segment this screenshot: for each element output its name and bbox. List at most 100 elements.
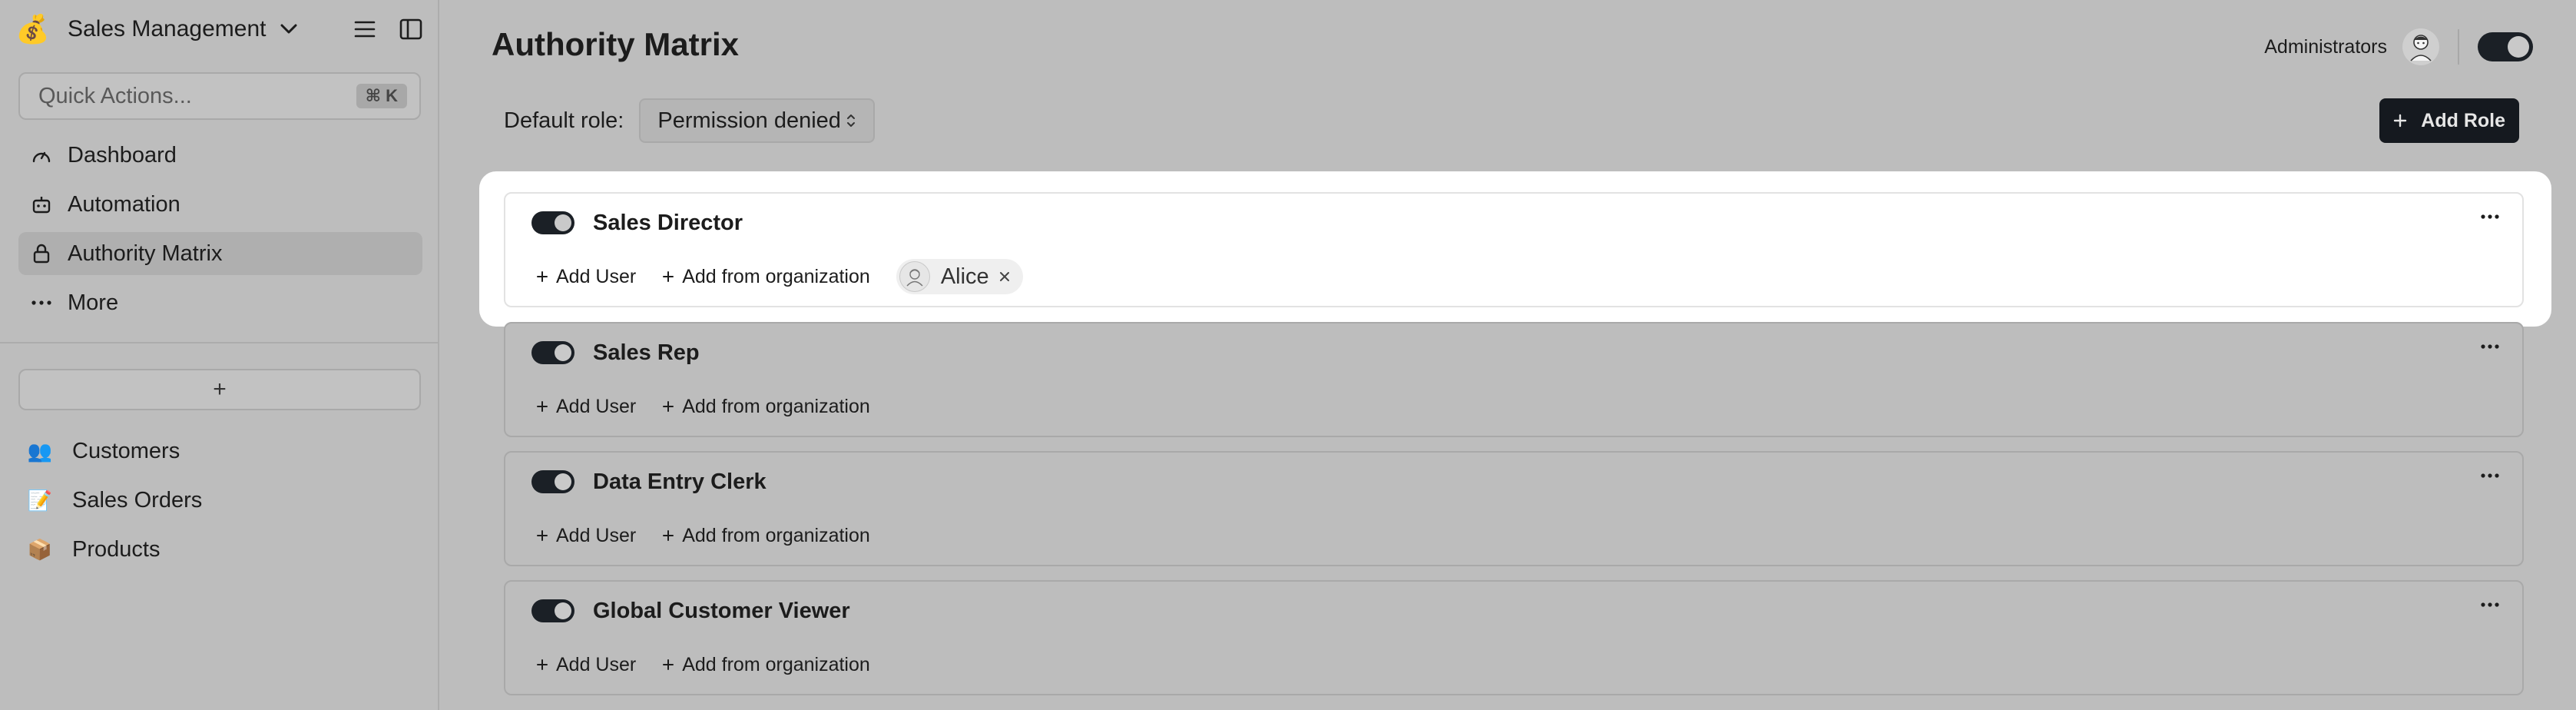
default-role-label: Default role: (504, 108, 624, 133)
add-table-button[interactable]: + (18, 369, 421, 410)
plus-icon (662, 270, 674, 283)
robot-icon (31, 195, 52, 214)
role-name: Sales Rep (593, 340, 700, 365)
role-actions: Add User Add from organization (536, 391, 896, 422)
add-from-organization-button[interactable]: Add from organization (662, 266, 870, 288)
table-label: Sales Orders (72, 487, 203, 513)
sidebar-item-sales-orders[interactable]: 📝 Sales Orders (25, 476, 424, 525)
add-from-organization-button[interactable]: Add from organization (662, 396, 870, 418)
sidebar-item-products[interactable]: 📦 Products (25, 525, 424, 574)
role-card-sales-rep: Sales Rep Add User Add from organization (504, 322, 2524, 437)
add-from-organization-button[interactable]: Add from organization (662, 525, 870, 547)
workspace-name[interactable]: Sales Management (68, 16, 267, 42)
add-role-label: Add Role (2421, 109, 2505, 131)
quick-actions-label: Quick Actions... (38, 83, 192, 108)
table-list: 👥 Customers 📝 Sales Orders 📦 Products (25, 426, 424, 574)
close-icon[interactable] (998, 270, 1011, 283)
role-header: Data Entry Clerk (531, 466, 767, 497)
sidebar-item-more[interactable]: More (18, 281, 422, 324)
more-options-icon[interactable] (2481, 214, 2499, 220)
role-name: Global Customer Viewer (593, 598, 850, 623)
list-icon[interactable] (353, 19, 376, 39)
main-content: Authority Matrix Administrators Default … (439, 0, 2576, 710)
role-enabled-toggle[interactable] (531, 211, 574, 234)
sidebar-toggle-icon[interactable] (399, 18, 422, 40)
default-role-value: Permission denied (657, 108, 841, 133)
header-divider (2458, 29, 2459, 65)
role-enabled-toggle[interactable] (531, 599, 574, 622)
avatar[interactable] (2402, 28, 2439, 65)
table-label: Customers (72, 438, 180, 463)
plus-icon (662, 529, 674, 542)
chevron-updown-icon (846, 112, 856, 129)
user-chip[interactable]: Alice (896, 259, 1023, 294)
role-enabled-toggle[interactable] (531, 341, 574, 364)
role-header: Global Customer Viewer (531, 596, 850, 626)
add-user-button[interactable]: Add User (536, 654, 636, 676)
plus-icon (2393, 114, 2407, 128)
role-name: Data Entry Clerk (593, 469, 767, 494)
add-from-organization-label: Add from organization (682, 265, 870, 287)
add-from-organization-button[interactable]: Add from organization (662, 654, 870, 676)
user-group-label[interactable]: Administrators (2264, 36, 2387, 58)
workspace-header: 💰 Sales Management (15, 11, 422, 48)
plus-icon (536, 529, 548, 542)
role-header: Sales Director (531, 207, 743, 238)
role-card-global-customer-viewer: Global Customer Viewer Add User Add from… (504, 580, 2524, 695)
table-label: Products (72, 536, 161, 562)
add-user-label: Add User (556, 653, 637, 675)
chevron-down-icon[interactable] (280, 21, 297, 38)
admin-mode-toggle[interactable] (2478, 32, 2533, 61)
sidebar-item-authority-matrix[interactable]: Authority Matrix (18, 232, 422, 275)
role-name: Sales Director (593, 210, 743, 235)
user-chip-name: Alice (940, 264, 989, 289)
add-user-button[interactable]: Add User (536, 266, 636, 288)
role-actions: Add User Add from organization (536, 649, 896, 680)
role-actions: Add User Add from organization (536, 520, 896, 551)
sidebar-item-label: Authority Matrix (68, 241, 223, 266)
lock-icon (31, 244, 52, 264)
plus-icon (536, 400, 548, 413)
header-actions: Administrators (2264, 26, 2533, 68)
ellipsis-icon (31, 300, 52, 306)
add-user-label: Add User (556, 524, 637, 546)
sidebar-item-label: More (68, 290, 119, 315)
shortcut-badge: ⌘ K (356, 84, 407, 108)
role-header: Sales Rep (531, 337, 700, 368)
sidebar-nav: Dashboard Automation Authority Matrix Mo… (18, 134, 422, 330)
add-user-button[interactable]: Add User (536, 525, 636, 547)
sidebar-divider (0, 342, 438, 343)
default-role-select[interactable]: Permission denied (639, 98, 875, 143)
sidebar-item-automation[interactable]: Automation (18, 183, 422, 226)
plus-icon (662, 659, 674, 671)
quick-actions-search[interactable]: Quick Actions... ⌘ K (18, 72, 421, 120)
add-role-button[interactable]: Add Role (2379, 98, 2519, 143)
add-from-organization-label: Add from organization (682, 653, 870, 675)
more-options-icon[interactable] (2481, 602, 2499, 608)
role-enabled-toggle[interactable] (531, 470, 574, 493)
avatar (899, 261, 930, 292)
sidebar: 💰 Sales Management Quick Actions... ⌘ K … (0, 0, 439, 710)
package-icon: 📦 (27, 537, 53, 561)
money-bag-icon: 💰 (15, 13, 50, 45)
memo-icon: 📝 (27, 488, 53, 512)
role-card-data-entry-clerk: Data Entry Clerk Add User Add from organ… (504, 451, 2524, 566)
add-from-organization-label: Add from organization (682, 395, 870, 417)
sidebar-item-dashboard[interactable]: Dashboard (18, 134, 422, 177)
plus-icon (662, 400, 674, 413)
page-title: Authority Matrix (492, 26, 740, 62)
role-actions: Add User Add from organization Alice (536, 259, 1023, 294)
dashboard-gauge-icon (31, 147, 52, 164)
more-options-icon[interactable] (2481, 343, 2499, 350)
people-icon: 👥 (27, 439, 53, 463)
default-role-row: Default role: Permission denied (504, 98, 875, 143)
plus-icon (536, 659, 548, 671)
add-user-label: Add User (556, 265, 637, 287)
more-options-icon[interactable] (2481, 473, 2499, 479)
sidebar-item-customers[interactable]: 👥 Customers (25, 426, 424, 476)
add-from-organization-label: Add from organization (682, 524, 870, 546)
sidebar-item-label: Dashboard (68, 142, 177, 168)
plus-icon (536, 270, 548, 283)
add-user-button[interactable]: Add User (536, 396, 636, 418)
role-card-sales-director: Sales Director Add User Add from organiz… (504, 192, 2524, 307)
